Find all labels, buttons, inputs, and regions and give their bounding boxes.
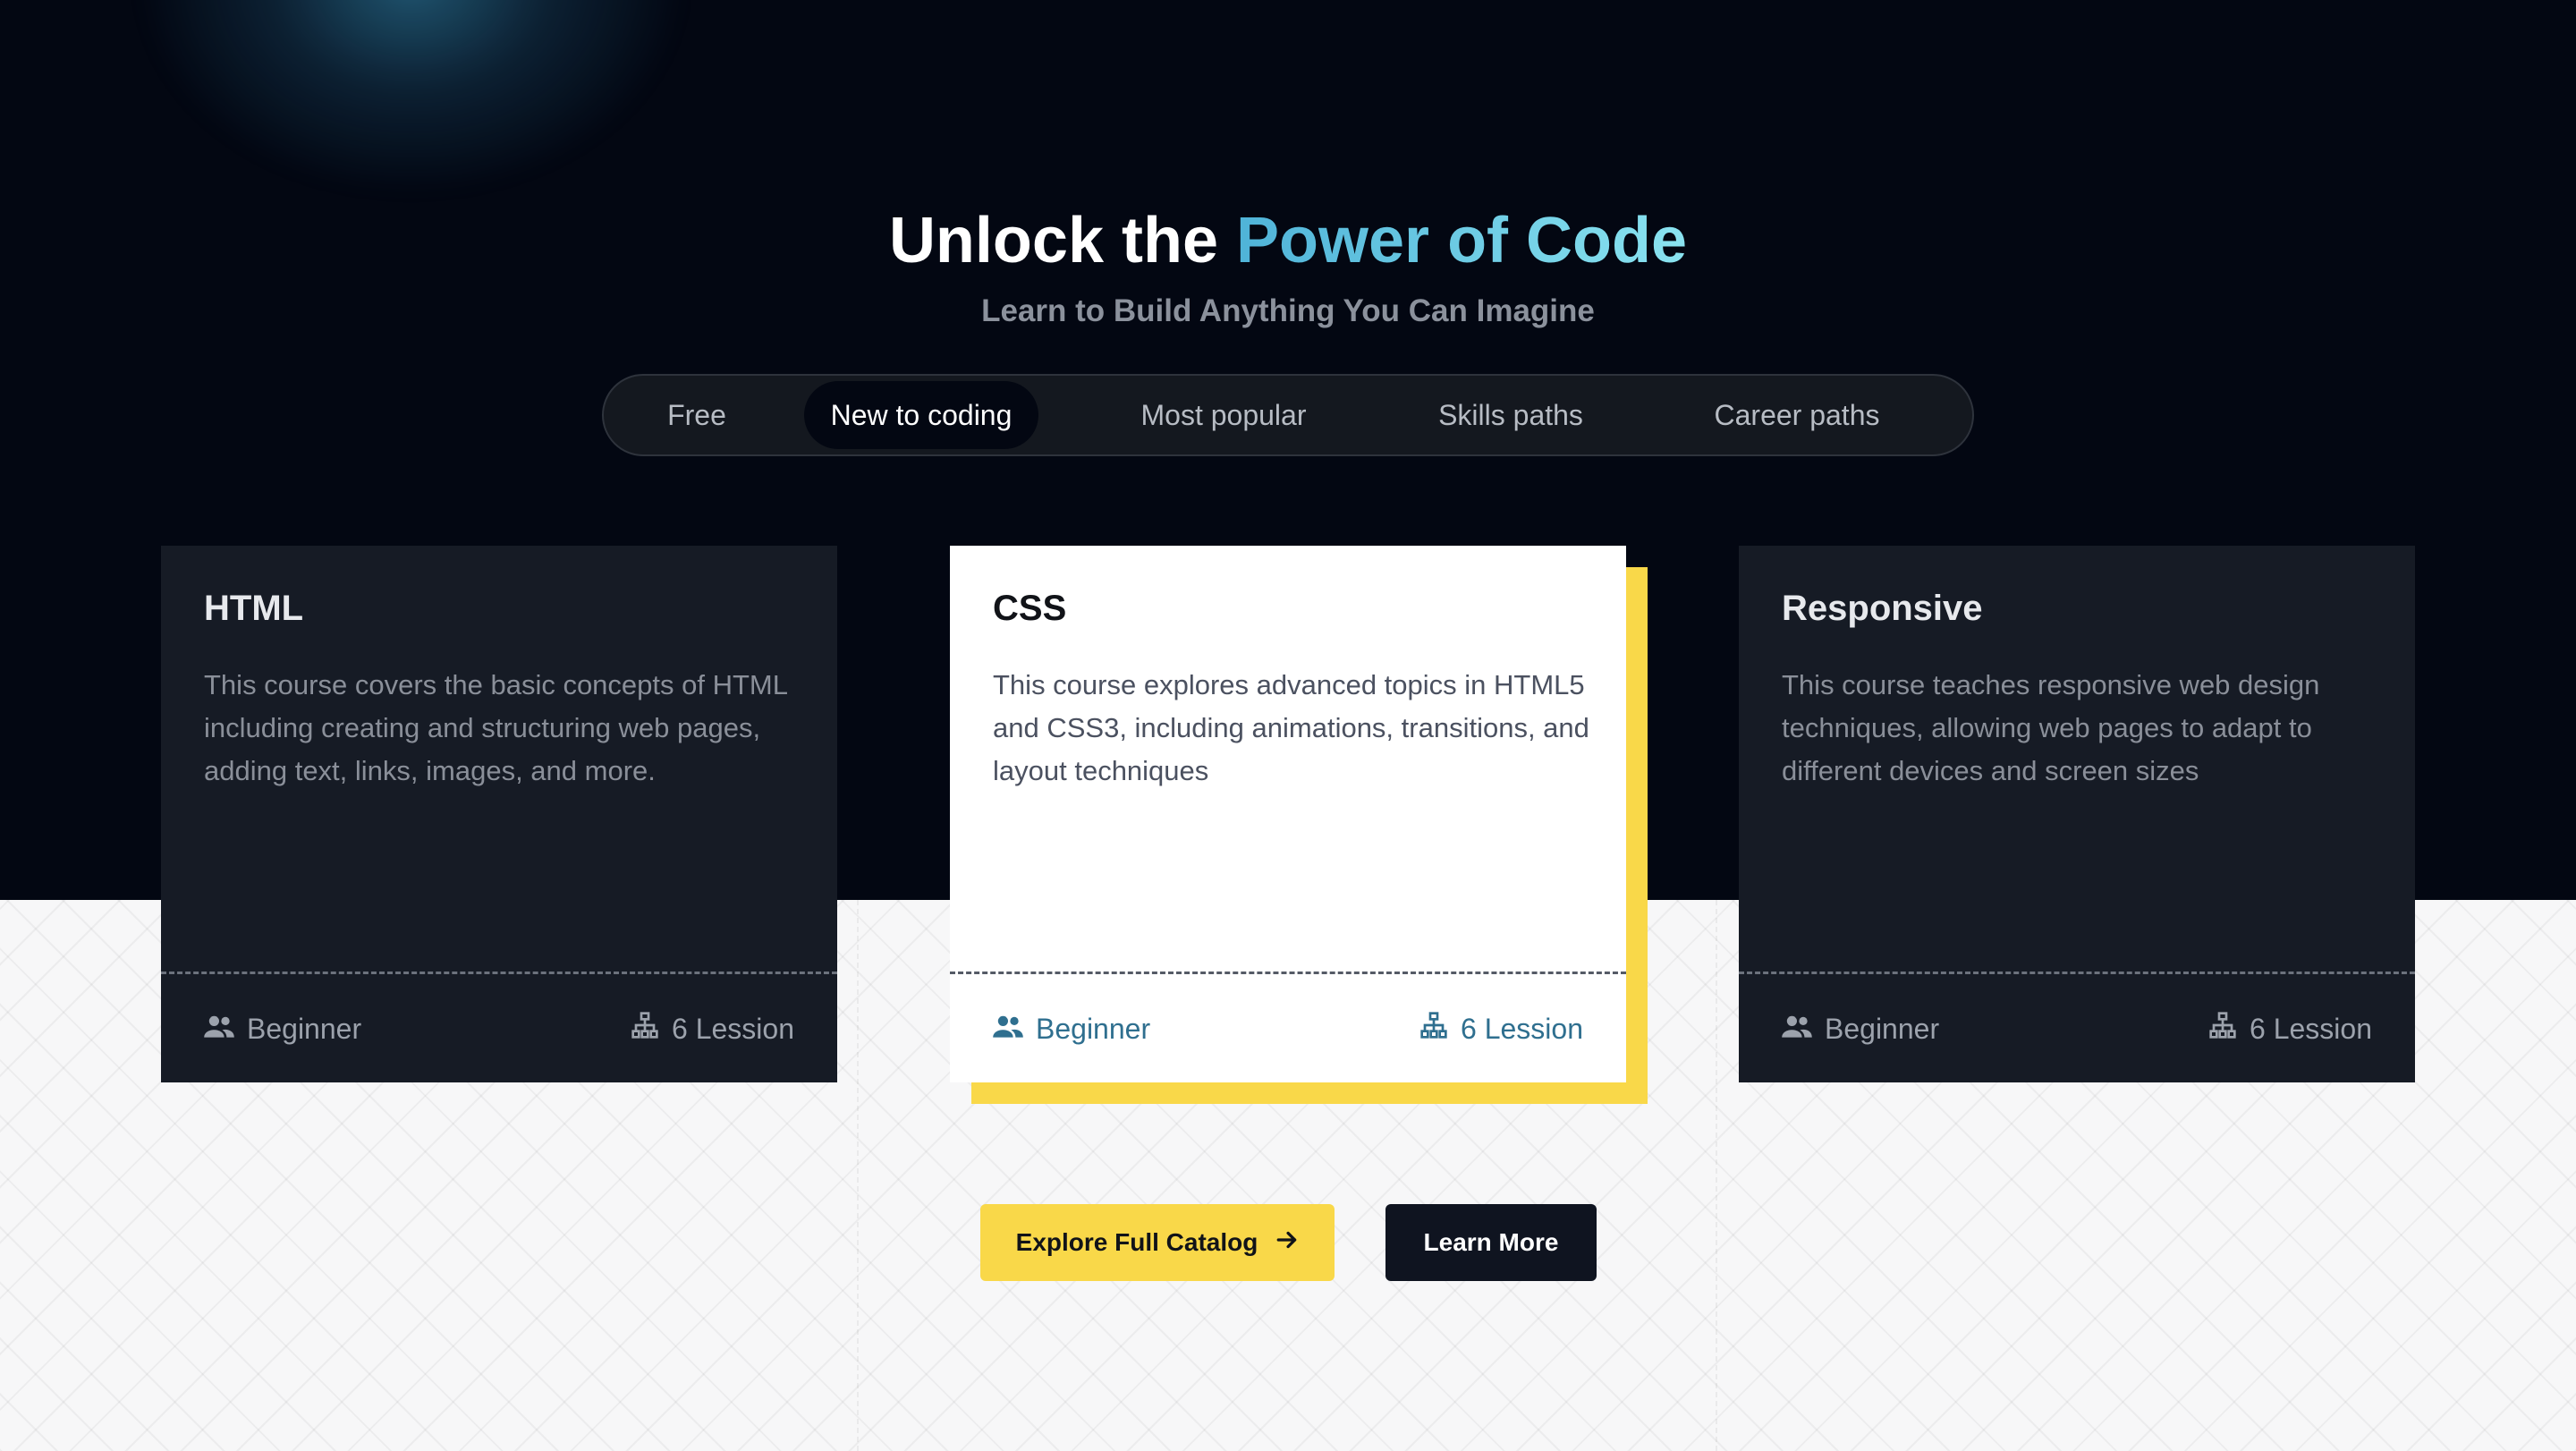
category-tabs: Free New to coding Most popular Skills p… [602,374,1974,456]
pattern-divider [857,900,859,1451]
course-lessons-label: 6 Lession [2250,1012,2372,1045]
course-description: This course explores advanced topics in … [993,669,1589,786]
course-description: This course teaches responsive web desig… [1782,669,2320,786]
course-lessons: 6 Lession [631,1002,794,1056]
course-title: HTML [204,589,304,628]
tab-most-popular[interactable]: Most popular [1114,381,1334,449]
course-level: Beginner [204,1002,361,1056]
course-title: CSS [993,589,1067,628]
course-description: This course covers the basic concepts of… [204,669,787,786]
course-level-label: Beginner [247,1012,362,1045]
page-subtitle: Learn to Build Anything You Can Imagine [981,293,1595,328]
explore-catalog-button[interactable]: Explore Full Catalog [980,1204,1335,1281]
glow-decoration [134,0,689,197]
tab-skills-paths[interactable]: Skills paths [1405,381,1616,449]
title-accent: Power of Code [1236,205,1688,276]
users-icon [993,1013,1036,1046]
pattern-divider [1716,900,1717,1451]
course-level: Beginner [993,1002,1150,1056]
sitemap-icon [631,1011,672,1047]
users-icon [204,1013,247,1046]
explore-catalog-label: Explore Full Catalog [1015,1228,1258,1256]
page-title: Unlock the Power of Code [0,204,2576,277]
learn-more-button[interactable]: Learn More [1385,1204,1597,1281]
course-lessons-label: 6 Lession [672,1012,794,1045]
tab-free[interactable]: Free [634,381,759,449]
course-level-label: Beginner [1036,1012,1151,1045]
course-card-css[interactable]: CSS This course explores advanced topics… [950,546,1626,1082]
title-plain: Unlock the [888,205,1236,276]
tab-career-paths[interactable]: Career paths [1686,381,1908,449]
users-icon [1782,1013,1825,1046]
course-lessons-label: 6 Lession [1461,1012,1583,1045]
course-lessons: 6 Lession [2208,1002,2372,1056]
card-divider [161,972,837,974]
course-title: Responsive [1782,589,1983,628]
card-divider [1739,972,2415,974]
arrow-right-icon [1258,1228,1299,1258]
course-level-label: Beginner [1825,1012,1940,1045]
sitemap-icon [1419,1011,1461,1047]
course-lessons: 6 Lession [1419,1002,1583,1056]
course-card-responsive[interactable]: Responsive This course teaches responsiv… [1739,546,2415,1082]
sitemap-icon [2208,1011,2250,1047]
card-divider [950,972,1626,974]
course-level: Beginner [1782,1002,1939,1056]
tab-new-to-coding[interactable]: New to coding [804,381,1038,449]
course-card-html[interactable]: HTML This course covers the basic concep… [161,546,837,1082]
